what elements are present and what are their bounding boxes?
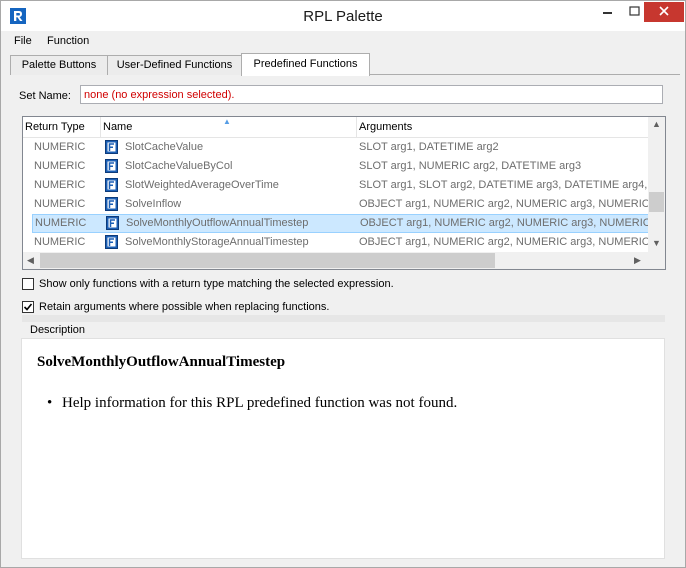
function-icon <box>106 216 119 230</box>
description-title: SolveMonthlyOutflowAnnualTimestep <box>37 354 286 370</box>
cell-name: SolveMonthlyOutflowAnnualTimestep <box>126 217 309 229</box>
scroll-down-icon[interactable]: ▼ <box>652 238 661 248</box>
cell-name: SlotCacheValueByCol <box>125 160 233 172</box>
description-group: SolveMonthlyOutflowAnnualTimestep • Help… <box>20 323 665 559</box>
cell-return-type: NUMERIC <box>34 179 86 191</box>
scroll-right-icon[interactable]: ▶ <box>634 255 641 266</box>
scrollbar-corner <box>648 252 665 269</box>
cell-return-type: NUMERIC <box>34 160 86 172</box>
functions-table[interactable]: Return Type Name ▲ Arguments NUMERIC Slo… <box>22 116 666 270</box>
function-icon <box>105 140 118 154</box>
show-only-label[interactable]: Show only functions with a return type m… <box>39 278 394 290</box>
cell-arguments: OBJECT arg1, NUMERIC arg2, NUMERIC arg3,… <box>359 198 649 210</box>
vertical-scroll-thumb[interactable] <box>649 192 664 212</box>
table-row[interactable]: NUMERIC SolveMonthlyStorageAnnualTimeste… <box>23 233 649 252</box>
cell-name: SolveInflow <box>125 198 182 210</box>
horizontal-scroll-thumb[interactable] <box>40 253 495 268</box>
menu-bar: File Function <box>1 32 685 51</box>
cell-arguments: OBJECT arg1, NUMERIC arg2, NUMERIC arg3,… <box>360 217 648 229</box>
table-row[interactable]: NUMERIC SlotCacheValueByCol SLOT arg1, N… <box>23 157 649 176</box>
cell-return-type: NUMERIC <box>34 141 86 153</box>
table-row[interactable]: NUMERIC SlotCacheValue SLOT arg1, DATETI… <box>23 138 649 157</box>
cell-arguments: OBJECT arg1, NUMERIC arg2, NUMERIC arg3,… <box>359 236 649 248</box>
tab-palette-buttons[interactable]: Palette Buttons <box>10 55 108 75</box>
column-header-arguments[interactable]: Arguments <box>357 117 649 137</box>
checkmark-icon <box>23 303 33 311</box>
description-bullet-text: Help information for this RPL predefined… <box>62 395 458 411</box>
function-icon <box>105 159 118 173</box>
cell-name: SolveMonthlyStorageAnnualTimestep <box>125 236 309 248</box>
vertical-scrollbar[interactable]: ▲ ▼ <box>648 117 665 252</box>
table-row[interactable]: NUMERIC SlotWeightedAverageOverTime SLOT… <box>23 176 649 195</box>
table-header: Return Type Name ▲ Arguments <box>23 117 649 138</box>
menu-file[interactable]: File <box>14 35 32 47</box>
description-label: Description <box>29 324 87 336</box>
close-icon[interactable] <box>644 2 684 22</box>
cell-return-type: NUMERIC <box>34 236 86 248</box>
title-bar[interactable]: RPL Palette <box>1 1 685 31</box>
function-icon <box>105 197 118 211</box>
bullet-icon: • <box>47 395 53 411</box>
splitter-bar[interactable] <box>22 315 665 322</box>
show-only-checkbox[interactable] <box>22 278 34 290</box>
set-name-field[interactable]: none (no expression selected). <box>80 85 663 104</box>
cell-arguments: SLOT arg1, DATETIME arg2 <box>359 141 499 153</box>
scroll-left-icon[interactable]: ◀ <box>27 255 34 266</box>
tab-user-defined-functions[interactable]: User-Defined Functions <box>107 55 242 75</box>
function-icon <box>105 178 118 192</box>
cell-arguments: SLOT arg1, SLOT arg2, DATETIME arg3, DAT… <box>359 179 649 191</box>
retain-arguments-label[interactable]: Retain arguments where possible when rep… <box>39 301 329 313</box>
menu-function[interactable]: Function <box>47 35 89 47</box>
description-bullet: • Help information for this RPL predefin… <box>47 395 458 412</box>
cell-arguments: SLOT arg1, NUMERIC arg2, DATETIME arg3 <box>359 160 582 172</box>
retain-arguments-checkbox[interactable] <box>22 301 34 313</box>
sort-ascending-icon: ▲ <box>223 117 231 126</box>
set-name-label: Set Name: <box>19 90 71 102</box>
scroll-up-icon[interactable]: ▲ <box>652 119 661 129</box>
cell-name: SlotCacheValue <box>125 141 204 153</box>
table-row-selected[interactable]: NUMERIC SolveMonthlyOutflowAnnualTimeste… <box>32 214 649 233</box>
description-box: SolveMonthlyOutflowAnnualTimestep • Help… <box>21 338 665 559</box>
table-row[interactable]: NUMERIC SolveInflow OBJECT arg1, NUMERIC… <box>23 195 649 214</box>
minimize-icon[interactable] <box>594 1 624 27</box>
column-header-return-type[interactable]: Return Type <box>23 117 101 137</box>
window-title: RPL Palette <box>303 8 383 25</box>
horizontal-scrollbar[interactable]: ◀ ▶ <box>23 252 649 269</box>
rpl-palette-window: RPL Palette File Function Palette Button… <box>0 0 686 568</box>
tab-predefined-functions[interactable]: Predefined Functions <box>241 53 370 76</box>
cell-return-type: NUMERIC <box>34 198 86 210</box>
cell-return-type: NUMERIC <box>35 217 87 229</box>
cell-name: SlotWeightedAverageOverTime <box>125 179 279 191</box>
function-icon <box>105 235 118 249</box>
